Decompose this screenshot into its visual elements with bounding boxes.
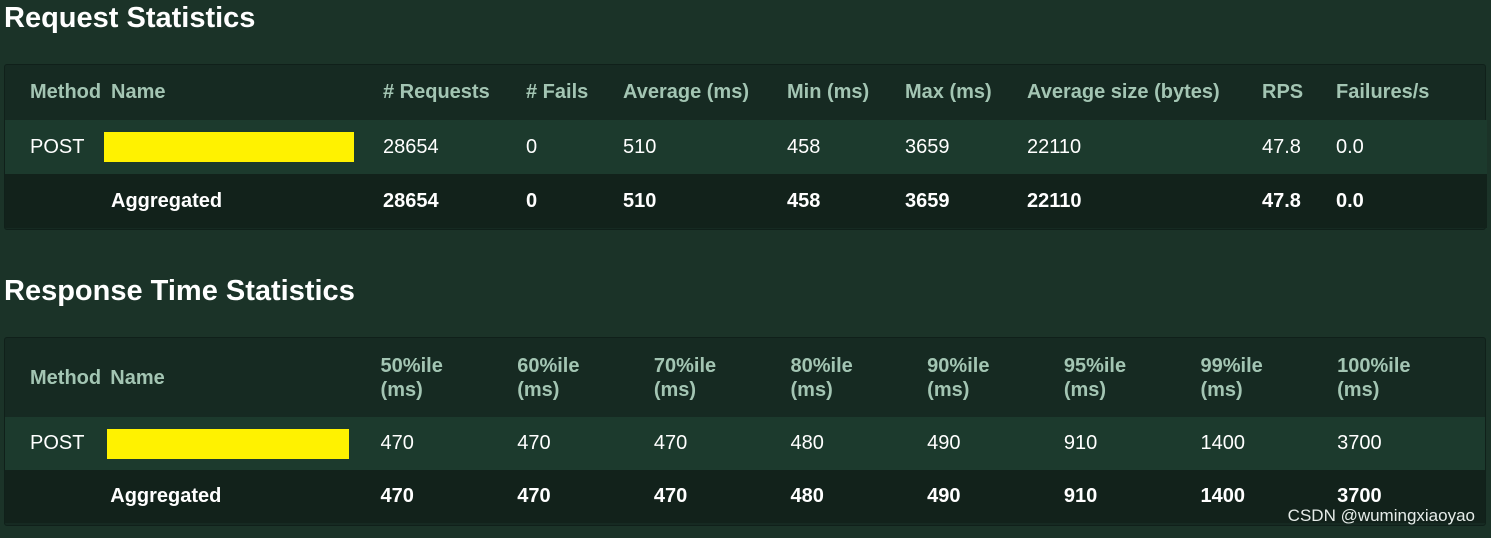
request-statistics-title: Request Statistics: [4, 2, 256, 34]
redacted-name-block: [107, 428, 350, 459]
table-header-row: Method Name # Requests # Fails Average (…: [5, 65, 1487, 120]
cell-method: [5, 174, 111, 228]
table-header-row: Method Name 50%ile (ms) 60%ile (ms) 70%ile…: [5, 338, 1485, 417]
cell-requests: 28654: [383, 174, 526, 228]
cell-method: POST: [5, 120, 111, 174]
col-header-fails[interactable]: # Fails: [526, 65, 623, 120]
col-header-failures-per-s[interactable]: Failures/s: [1336, 65, 1487, 120]
cell-p100: 3700: [1337, 417, 1485, 470]
cell-max: 3659: [905, 120, 1027, 174]
cell-fails: 0: [526, 174, 623, 228]
cell-max: 3659: [905, 174, 1027, 228]
cell-p80: 480: [790, 417, 928, 470]
col-header-requests[interactable]: # Requests: [383, 65, 526, 120]
col-header-method[interactable]: Method: [5, 338, 110, 417]
col-header-average[interactable]: Average (ms): [623, 65, 787, 120]
col-header-p99[interactable]: 99%ile (ms): [1200, 338, 1337, 417]
cell-p70: 470: [653, 470, 791, 523]
col-header-min[interactable]: Min (ms): [787, 65, 905, 120]
cell-failures-per-s: 0.0: [1336, 174, 1487, 228]
cell-requests: 28654: [383, 120, 526, 174]
table-row: POST 470 470 470 480 490 910 1400 3700: [5, 417, 1485, 470]
col-header-name[interactable]: Name: [111, 65, 383, 120]
cell-p50: 470: [380, 470, 518, 523]
request-statistics-table: Method Name # Requests # Fails Average (…: [5, 65, 1487, 228]
watermark: CSDN @wumingxiaoyao: [1287, 506, 1475, 525]
cell-p95: 910: [1063, 470, 1201, 523]
col-header-p100[interactable]: 100%ile (ms): [1337, 338, 1485, 417]
cell-p90: 490: [927, 470, 1064, 523]
cell-p95: 910: [1063, 417, 1201, 470]
cell-name: Aggregated: [111, 174, 383, 228]
col-header-max[interactable]: Max (ms): [905, 65, 1027, 120]
redacted-name-block: [104, 132, 354, 162]
cell-average: 510: [623, 120, 787, 174]
cell-p80: 480: [790, 470, 928, 523]
cell-p70: 470: [653, 417, 791, 470]
col-header-p80[interactable]: 80%ile (ms): [791, 338, 928, 417]
response-time-statistics-title: Response Time Statistics: [4, 275, 355, 307]
cell-p90: 490: [927, 417, 1064, 470]
cell-p99: 1400: [1200, 417, 1338, 470]
cell-name: Aggregated: [110, 470, 381, 523]
cell-p60: 470: [517, 470, 654, 523]
col-header-method[interactable]: Method: [5, 65, 111, 120]
cell-rps: 47.8: [1262, 120, 1336, 174]
col-header-p90[interactable]: 90%ile (ms): [927, 338, 1064, 417]
cell-average: 510: [623, 174, 787, 228]
cell-avg-size: 22110: [1027, 120, 1262, 174]
cell-min: 458: [787, 174, 905, 228]
response-time-statistics-table: Method Name 50%ile (ms) 60%ile (ms) 70%ile…: [5, 338, 1485, 523]
col-header-avg-size[interactable]: Average size (bytes): [1027, 65, 1262, 120]
aggregated-row: Aggregated 28654 0 510 458 3659 22110 47…: [5, 174, 1487, 228]
cell-p50: 470: [380, 417, 518, 470]
col-header-name[interactable]: Name: [110, 338, 380, 417]
cell-name: [104, 120, 383, 174]
request-statistics-panel: Method Name # Requests # Fails Average (…: [4, 64, 1487, 230]
cell-method: POST: [5, 417, 111, 470]
cell-fails: 0: [526, 120, 623, 174]
cell-p60: 470: [517, 417, 654, 470]
col-header-p70[interactable]: 70%ile (ms): [654, 338, 791, 417]
cell-rps: 47.8: [1262, 174, 1336, 228]
col-header-p50[interactable]: 50%ile (ms): [381, 338, 518, 417]
cell-name: [107, 417, 381, 470]
col-header-rps[interactable]: RPS: [1262, 65, 1336, 120]
cell-min: 458: [787, 120, 905, 174]
aggregated-row: Aggregated 470 470 470 480 490 910 1400 …: [5, 470, 1485, 523]
cell-failures-per-s: 0.0: [1336, 120, 1487, 174]
cell-avg-size: 22110: [1027, 174, 1262, 228]
col-header-p95[interactable]: 95%ile (ms): [1064, 338, 1201, 417]
table-row: POST 28654 0 510 458 3659 22110 47.8 0.0: [5, 120, 1487, 174]
cell-method: [5, 470, 111, 523]
col-header-p60[interactable]: 60%ile (ms): [517, 338, 654, 417]
response-time-statistics-panel: Method Name 50%ile (ms) 60%ile (ms) 70%ile…: [4, 337, 1486, 526]
